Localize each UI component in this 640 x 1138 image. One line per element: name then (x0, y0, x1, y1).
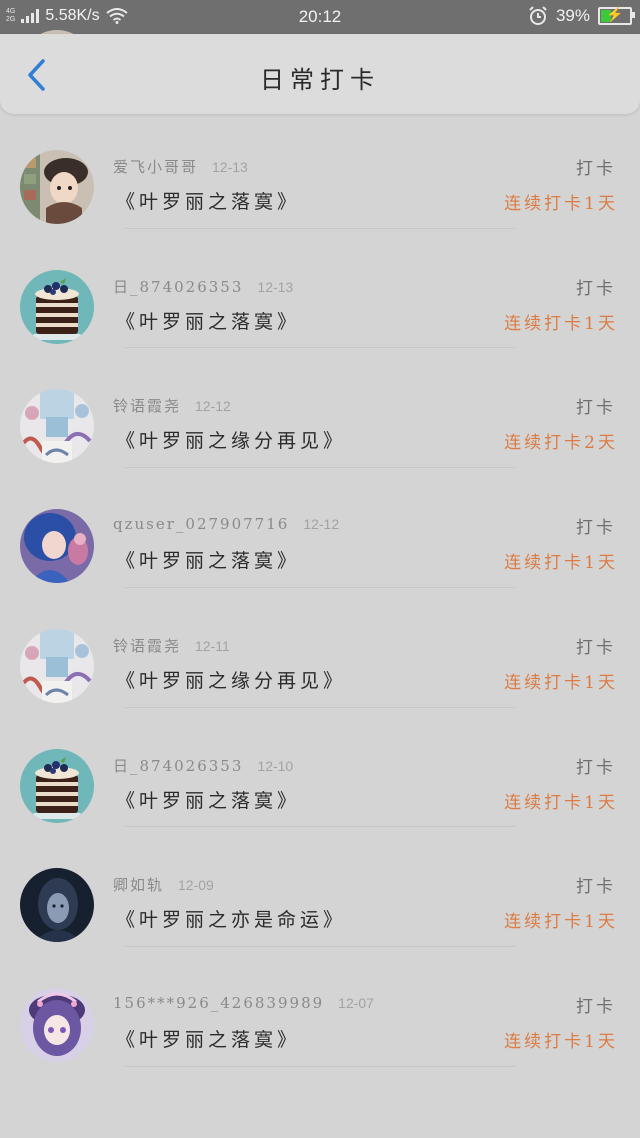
user-avatar[interactable] (20, 269, 94, 344)
username[interactable]: 铃语霞尧 (113, 395, 181, 416)
streak-label: 连续打卡1天 (504, 672, 618, 693)
checkin-list: 《叶罗丽之落寞》连续打卡2天 爱飞小哥哥12-13《叶罗丽之落寞》打卡连续打卡1… (0, 0, 640, 1067)
user-avatar[interactable] (20, 628, 94, 703)
book-title[interactable]: 《叶罗丽之缘分再见》 (116, 666, 346, 693)
streak-label: 连续打卡1天 (504, 1032, 618, 1052)
streak-label: 连续打卡1天 (504, 553, 618, 573)
book-title[interactable]: 《叶罗丽之落寞》 (116, 786, 300, 813)
header: 日常打卡 (0, 34, 640, 114)
checkin-label: 打卡 (576, 398, 616, 419)
book-title[interactable]: 《叶罗丽之落寞》 (116, 1025, 300, 1052)
user-meta: 铃语霞尧 12-12 (113, 395, 231, 416)
username[interactable]: 156***926_426839989 (113, 994, 324, 1012)
user-meta: 日_874026353 12-10 (113, 755, 293, 776)
checkin-label: 打卡 (576, 278, 616, 299)
user-avatar[interactable] (20, 868, 94, 943)
user-avatar[interactable] (20, 748, 94, 823)
username[interactable]: 卿如轨 (113, 874, 164, 895)
checkin-label: 打卡 (576, 877, 616, 898)
user-avatar[interactable] (20, 988, 94, 1062)
username[interactable]: 铃语霞尧 (113, 635, 181, 656)
checkin-item[interactable]: 156***926_426839989 12-07 《叶罗丽之落寞》 打卡连续打卡1天 (0, 947, 640, 1067)
checkin-label: 打卡 (576, 158, 616, 179)
user-meta: 爱飞小哥哥 12-13 (113, 156, 248, 177)
checkin-item[interactable]: qzuser_027907716 12-12 《叶罗丽之落寞》 打卡 连续打卡1天 (0, 468, 640, 588)
book-title[interactable]: 《叶罗丽之缘分再见》 (116, 426, 346, 453)
page-title: 日常打卡 (260, 66, 380, 94)
user-avatar[interactable] (20, 389, 94, 464)
checkin-date: 12-13 (257, 278, 294, 295)
username[interactable]: 日_874026353 (113, 276, 243, 297)
book-title[interactable]: 《叶罗丽之落寞》 (116, 546, 300, 573)
checkin-date: 12-12 (195, 398, 231, 415)
user-meta: 日_874026353 12-13 (113, 276, 293, 297)
user-meta: 铃语霞尧 12-11 (113, 635, 230, 656)
streak-label: 连续打卡1天 (504, 792, 618, 813)
user-meta: 156***926_426839989 12-07 (113, 994, 374, 1012)
checkin-date: 12-13 (212, 158, 248, 175)
user-avatar[interactable] (20, 149, 94, 224)
checkin-date: 12-09 (178, 877, 214, 894)
checkin-item[interactable]: 卿如轨 12-09 《叶罗丽之亦是命运》 打卡连续打卡1天 (0, 827, 640, 947)
streak-label: 连续打卡1天 (504, 193, 618, 214)
checkin-item[interactable]: 日_874026353 12-10 《叶罗丽之落寞》 打卡连续打卡1天 (0, 708, 640, 828)
streak-label: 连续打卡2天 (504, 433, 618, 454)
checkin-item[interactable]: 爱飞小哥哥 12-13 《叶罗丽之落寞》 打卡连续打卡1天 (0, 109, 640, 229)
checkin-item[interactable]: 日_874026353 12-13 《叶罗丽之落寞》 打卡连续打卡1天 (0, 229, 640, 349)
book-title[interactable]: 《叶罗丽之亦是命运》 (116, 905, 346, 932)
checkin-label: 打卡 (576, 757, 616, 778)
checkin-date: 12-12 (303, 516, 340, 532)
user-avatar[interactable] (20, 509, 94, 583)
username[interactable]: 日_874026353 (113, 755, 243, 776)
checkin-item[interactable]: 铃语霞尧 12-12 《叶罗丽之缘分再见》 打卡连续打卡2天 (0, 348, 640, 468)
username[interactable]: 爱飞小哥哥 (113, 156, 198, 177)
checkin-label: 打卡 (576, 637, 616, 658)
username[interactable]: qzuser_027907716 (113, 515, 289, 533)
streak-label: 连续打卡1天 (504, 912, 618, 933)
checkin-date: 12-07 (338, 995, 374, 1011)
user-meta: qzuser_027907716 12-12 (113, 515, 339, 533)
checkin-date: 12-10 (257, 757, 294, 774)
book-title[interactable]: 《叶罗丽之落寞》 (116, 307, 300, 334)
user-meta: 卿如轨 12-09 (113, 874, 214, 895)
checkin-date: 12-11 (195, 637, 230, 654)
book-title[interactable]: 《叶罗丽之落寞》 (116, 187, 300, 214)
checkin-item[interactable]: 铃语霞尧 12-11 《叶罗丽之缘分再见》 打卡连续打卡1天 (0, 588, 640, 708)
streak-label: 连续打卡1天 (504, 313, 618, 334)
checkin-label: 打卡 (576, 997, 616, 1017)
checkin-label: 打卡 (576, 518, 616, 538)
